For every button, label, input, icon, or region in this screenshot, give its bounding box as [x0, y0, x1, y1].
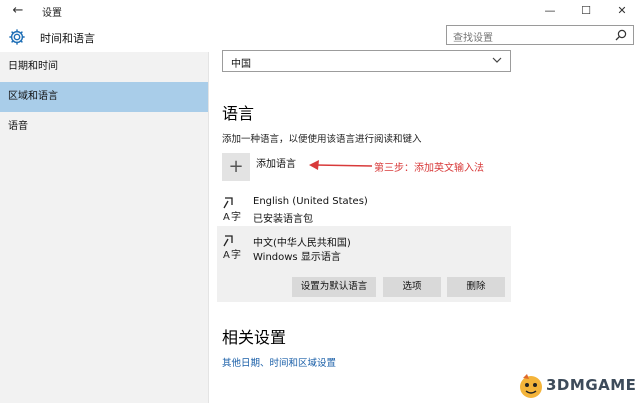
sidebar-item-speech[interactable]: 语音 [0, 112, 208, 142]
minimize-button[interactable]: — [532, 0, 568, 22]
search-icon[interactable] [615, 29, 627, 41]
region-value: 中国 [231, 59, 251, 70]
svg-text:字: 字 [231, 210, 241, 222]
maximize-button[interactable]: ☐ [568, 0, 604, 22]
region-dropdown[interactable]: 中国 [222, 50, 511, 72]
related-settings-heading: 相关设置 [222, 328, 287, 347]
close-button[interactable]: ✕ [604, 0, 640, 22]
gear-icon [9, 29, 25, 45]
plus-icon: + [228, 156, 244, 177]
sidebar-item-region-language[interactable]: 区域和语言 [0, 82, 208, 112]
language-name: English (United States) [253, 196, 368, 207]
add-language-button[interactable]: + [222, 153, 250, 181]
section-title: 时间和语言 [40, 32, 95, 45]
set-default-button[interactable]: 设置为默认语言 [292, 277, 376, 297]
svg-text:A: A [223, 250, 230, 260]
chevron-down-icon [492, 57, 502, 63]
language-name: 中文(中华人民共和国) [253, 238, 351, 249]
sidebar-item-date-time[interactable]: 日期和时间 [0, 52, 208, 82]
mascot-logo-icon [520, 374, 542, 398]
watermark: 3DMGAME [518, 372, 636, 400]
languages-description: 添加一种语言，以便使用该语言进行阅读和键入 [222, 134, 422, 145]
svg-text:字: 字 [231, 248, 241, 260]
annotation-text: 第三步：添加英文输入法 [374, 163, 484, 174]
remove-button[interactable]: 删除 [447, 277, 505, 297]
languages-heading: 语言 [222, 104, 255, 123]
language-icon: A 字 [223, 197, 241, 222]
svg-text:A: A [223, 212, 230, 222]
search-input[interactable] [453, 29, 613, 48]
language-status: Windows 显示语言 [253, 252, 341, 263]
language-icon: A 字 [223, 235, 241, 260]
watermark-text: 3DMGAME [546, 376, 637, 394]
language-status: 已安装语言包 [253, 214, 313, 225]
window-title: 设置 [42, 8, 62, 19]
search-box [446, 25, 634, 48]
options-button[interactable]: 选项 [383, 277, 441, 297]
additional-settings-link[interactable]: 其他日期、时间和区域设置 [222, 355, 336, 369]
back-button[interactable]: ← [8, 2, 28, 20]
annotation-arrow-icon [309, 160, 373, 170]
add-language-label[interactable]: 添加语言 [256, 155, 296, 170]
